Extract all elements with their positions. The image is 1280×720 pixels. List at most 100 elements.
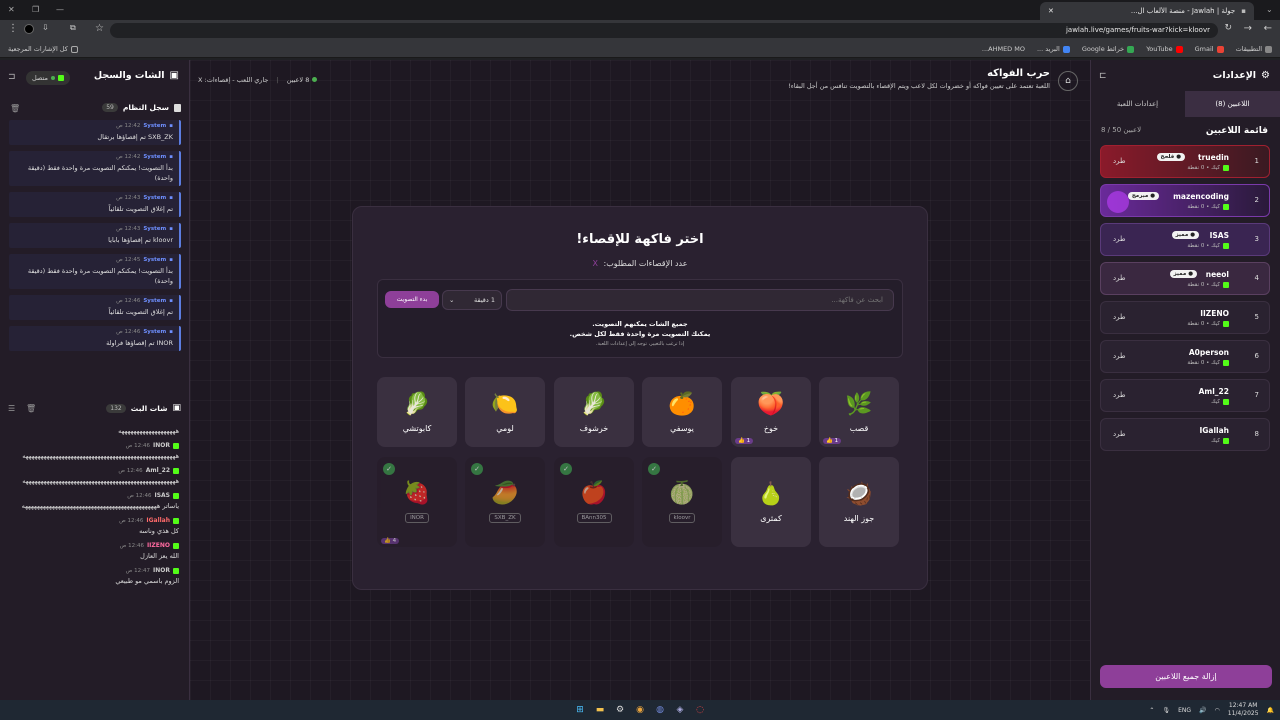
player-row: 2 mazencoding ● مبرمج كيك • 0 نقطة [1100, 184, 1270, 217]
bookmark-apps[interactable]: التطبيقات [1236, 45, 1272, 53]
tray-chevron-icon[interactable]: ⌃ [1149, 707, 1154, 714]
fruit-search-input[interactable] [506, 289, 894, 311]
kick-player-button[interactable]: طرد [1113, 352, 1126, 360]
connection-status: متصل [26, 71, 71, 85]
kick-logo-icon [1223, 399, 1229, 405]
home-button[interactable]: ⌂ [1058, 71, 1078, 91]
settings-app-icon[interactable]: ⚙ [613, 703, 627, 717]
chrome-icon[interactable]: ◉ [633, 703, 647, 717]
kick-player-button[interactable]: طرد [1113, 274, 1126, 282]
clear-chat-trash-icon[interactable]: 🗑 [26, 404, 36, 413]
chat-username[interactable]: Aml_22 [146, 467, 170, 474]
game-state: جاري اللعب - إقصاءات: X [198, 76, 269, 84]
player-name: neeol [1205, 270, 1229, 279]
microphone-icon[interactable]: 🎙 [1162, 707, 1170, 714]
extensions-icon[interactable]: ⧉ [70, 23, 76, 33]
chat-username[interactable]: INOR [153, 442, 170, 449]
discord-icon[interactable]: ◍ [653, 703, 667, 717]
menu-icon[interactable]: ⋮ [8, 23, 18, 34]
fruit-card[interactable]: 🥬 خرشوف [554, 377, 634, 447]
chat-username[interactable]: ISAS [154, 492, 170, 499]
fruit-card[interactable]: 🥬 كابوتشي [377, 377, 457, 447]
livechat-title: شات البث [130, 403, 168, 413]
eliminated-player: INOR [405, 513, 429, 523]
fruit-card[interactable]: 🥥 جوز الهند [819, 457, 899, 547]
fruit-icon: 🥬 [580, 391, 608, 417]
chat-message-text: ياساتر ههههههههههههههههههههههههههههههههه… [21, 502, 179, 510]
clock[interactable]: 12:47 AM 11/4/2025 [1228, 702, 1259, 718]
chat-message-text: هههههههههههههههههههههههههههههههههههههههه… [22, 452, 179, 460]
chat-message: INOR 12:47 ص الزوم باسمي مو طبيعي [9, 567, 179, 586]
clear-syslog-trash-icon[interactable]: 🗑 [10, 104, 20, 113]
collapse-panel-icon[interactable]: ⊐ [1099, 71, 1107, 81]
bookmark-star-icon[interactable]: ☆ [95, 23, 104, 34]
kick-player-button[interactable]: طرد [1113, 157, 1126, 165]
close-window-icon[interactable]: ✕ [8, 5, 15, 14]
check-icon: ✓ [648, 463, 660, 475]
steam-icon[interactable]: ◈ [673, 703, 687, 717]
player-number: 7 [1254, 391, 1259, 399]
eliminated-fruit-card: ✓ 🍎 BAnn305 [554, 457, 634, 547]
reload-icon[interactable]: ↻ [1224, 23, 1232, 33]
kick-player-button[interactable]: طرد [1113, 235, 1126, 243]
file-explorer-icon[interactable]: ▬ [593, 703, 607, 717]
forward-icon[interactable]: → [1244, 23, 1252, 34]
volume-icon[interactable]: 🔊 [1199, 707, 1206, 714]
active-tab[interactable]: ▪ جولة | Jawlah - منصة الألعاب ال... ✕ [1040, 2, 1254, 20]
bookmark-gmail[interactable]: Gmail [1195, 45, 1224, 53]
chat-username[interactable]: IIZENO [147, 542, 170, 549]
back-icon[interactable]: ← [1264, 23, 1272, 34]
fruit-card[interactable]: 🍊 يوسفي [642, 377, 722, 447]
tab-search-icon[interactable]: ⌄ [1266, 5, 1273, 14]
notifications-icon[interactable]: 🔔 [1267, 707, 1274, 714]
player-avatar-icon [1107, 191, 1129, 213]
bookmarks-bar: التطبيقات Gmail YouTube خرائط Google الب… [0, 41, 1280, 58]
wifi-icon[interactable]: ◠ [1215, 707, 1220, 714]
profile-avatar[interactable] [24, 24, 34, 34]
address-bar[interactable]: jawlah.live/games/fruits-war?kick=kloovr [110, 23, 1218, 38]
fruit-icon: 🥭 [491, 481, 519, 506]
fruit-card[interactable]: 🍐 كمثرى [731, 457, 811, 547]
kick-logo-icon [173, 442, 179, 449]
player-number: 4 [1254, 274, 1259, 282]
vote-note: جميع الشات يمكنهم التصويت. [592, 320, 688, 328]
tab-close-icon[interactable]: ✕ [1048, 7, 1054, 15]
chat-username[interactable]: INOR [153, 567, 170, 574]
online-dot-icon [51, 76, 56, 80]
filter-icon[interactable]: ☰ [8, 404, 15, 413]
app-icon[interactable]: ◌ [693, 703, 707, 717]
bookmark-mail[interactable]: البريد ... [1037, 45, 1070, 53]
start-windows-icon[interactable]: ⊞ [573, 703, 587, 717]
kick-player-button[interactable]: طرد [1113, 430, 1126, 438]
vote-note: إذا ترغب بالتغيير، توجه إلى إعدادات اللع… [595, 341, 685, 347]
fruit-card[interactable]: 🍑 خوخ 1 👍 [731, 377, 811, 447]
card-subtitle: عدد الإقصاءات المطلوب: X [592, 259, 688, 268]
kick-logo-icon [1223, 282, 1229, 288]
remove-all-players-button[interactable]: إزالة جميع اللاعبين [1100, 665, 1272, 688]
syslog-text: بدأ التصويت! يمكنكم التصويت مرة واحدة فق… [27, 164, 173, 182]
player-row: 4 neeol ● مميز كيك • 0 نقطة طرد [1100, 262, 1270, 295]
fruit-card[interactable]: 🌿 قصب 1 👍 [819, 377, 899, 447]
language-indicator[interactable]: ENG [1178, 707, 1191, 714]
kick-logo-icon [173, 467, 179, 474]
fruit-card[interactable]: 🍋 لومي [465, 377, 545, 447]
collapse-panel-icon[interactable]: ⊏ [8, 72, 16, 82]
bookmark-youtube[interactable]: YouTube [1146, 45, 1183, 53]
restore-window-icon[interactable]: ❐ [32, 5, 39, 14]
start-vote-button[interactable]: بدء التصويت [385, 291, 439, 308]
chat-username[interactable]: IGallah [146, 517, 170, 524]
bookmark-maps[interactable]: خرائط Google [1082, 45, 1135, 53]
tab-game-settings[interactable]: إعدادات اللعبة [1090, 91, 1185, 117]
kick-player-button[interactable]: طرد [1113, 313, 1126, 321]
bookmark-all[interactable]: كل الإشارات المرجعية [8, 45, 78, 53]
player-badge: ● فلحخ [1156, 153, 1185, 161]
kick-player-button[interactable]: طرد [1113, 391, 1126, 399]
livechat-count: 132 [106, 403, 126, 413]
downloads-icon[interactable]: ⇩ [42, 23, 49, 32]
gmail-icon [1216, 45, 1224, 53]
vote-duration-select[interactable]: 1 دقيقة ⌄ [442, 290, 502, 310]
minimize-window-icon[interactable]: — [56, 5, 64, 14]
online-dot-icon [312, 77, 318, 82]
tab-players[interactable]: اللاعبين (8) [1185, 91, 1280, 117]
bookmark-ahmed[interactable]: AHMED MO... [982, 45, 1025, 53]
